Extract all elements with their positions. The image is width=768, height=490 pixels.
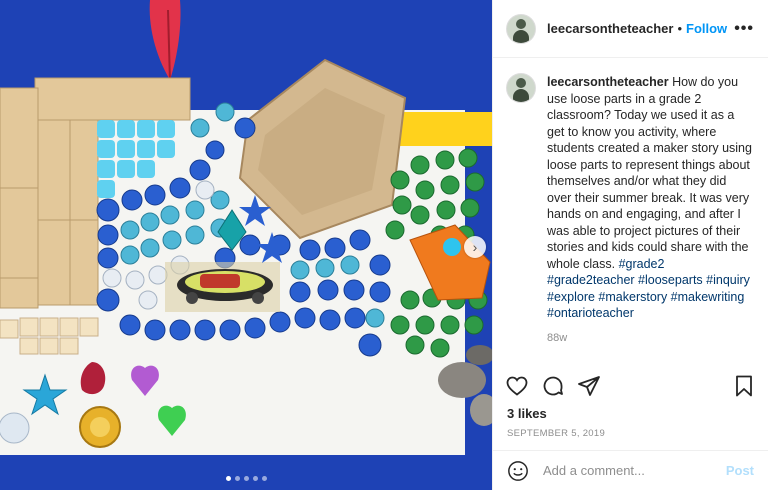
carousel-dots — [0, 476, 492, 481]
post-date: SEPTEMBER 5, 2019 — [507, 428, 606, 439]
comment-input[interactable] — [541, 462, 726, 479]
emoji-icon[interactable] — [507, 460, 529, 482]
post-header: leecarsontheteacher • Follow ••• — [493, 0, 768, 58]
post-details-panel: leecarsontheteacher • Follow ••• leecars… — [492, 0, 768, 490]
likes-count[interactable]: 3 likes — [507, 406, 547, 421]
header-username[interactable]: leecarsontheteacher — [547, 21, 673, 36]
carousel-dot — [234, 476, 240, 481]
carousel-dot — [261, 476, 267, 481]
post-photo[interactable]: › — [0, 0, 492, 490]
caption-section: leecarsontheteacher How do you use loose… — [493, 58, 768, 358]
bookmark-icon[interactable] — [732, 374, 756, 398]
comment-icon[interactable] — [541, 374, 565, 398]
loose-parts-photo — [0, 0, 492, 490]
separator-dot: • — [677, 21, 683, 36]
time-ago: 88w — [547, 331, 568, 344]
caption-text: leecarsontheteacher How do you use loose… — [547, 74, 754, 322]
chevron-right-icon: › — [472, 239, 478, 255]
comment-bar: Post — [493, 450, 768, 490]
more-options-icon[interactable]: ••• — [734, 20, 754, 38]
avatar[interactable] — [507, 14, 535, 43]
share-icon[interactable] — [577, 374, 601, 398]
post-comment-button[interactable]: Post — [726, 463, 754, 478]
caption-body: How do you use loose parts in a grade 2 … — [547, 75, 752, 271]
heart-icon[interactable] — [505, 374, 529, 398]
action-bar — [505, 374, 756, 398]
carousel-next-button[interactable]: › — [464, 236, 486, 258]
caption-avatar[interactable] — [507, 74, 535, 102]
carousel-dot — [225, 476, 231, 481]
follow-button[interactable]: Follow — [686, 21, 727, 36]
carousel-dot — [252, 476, 258, 481]
carousel-dot — [243, 476, 249, 481]
caption-username[interactable]: leecarsontheteacher — [547, 75, 669, 89]
